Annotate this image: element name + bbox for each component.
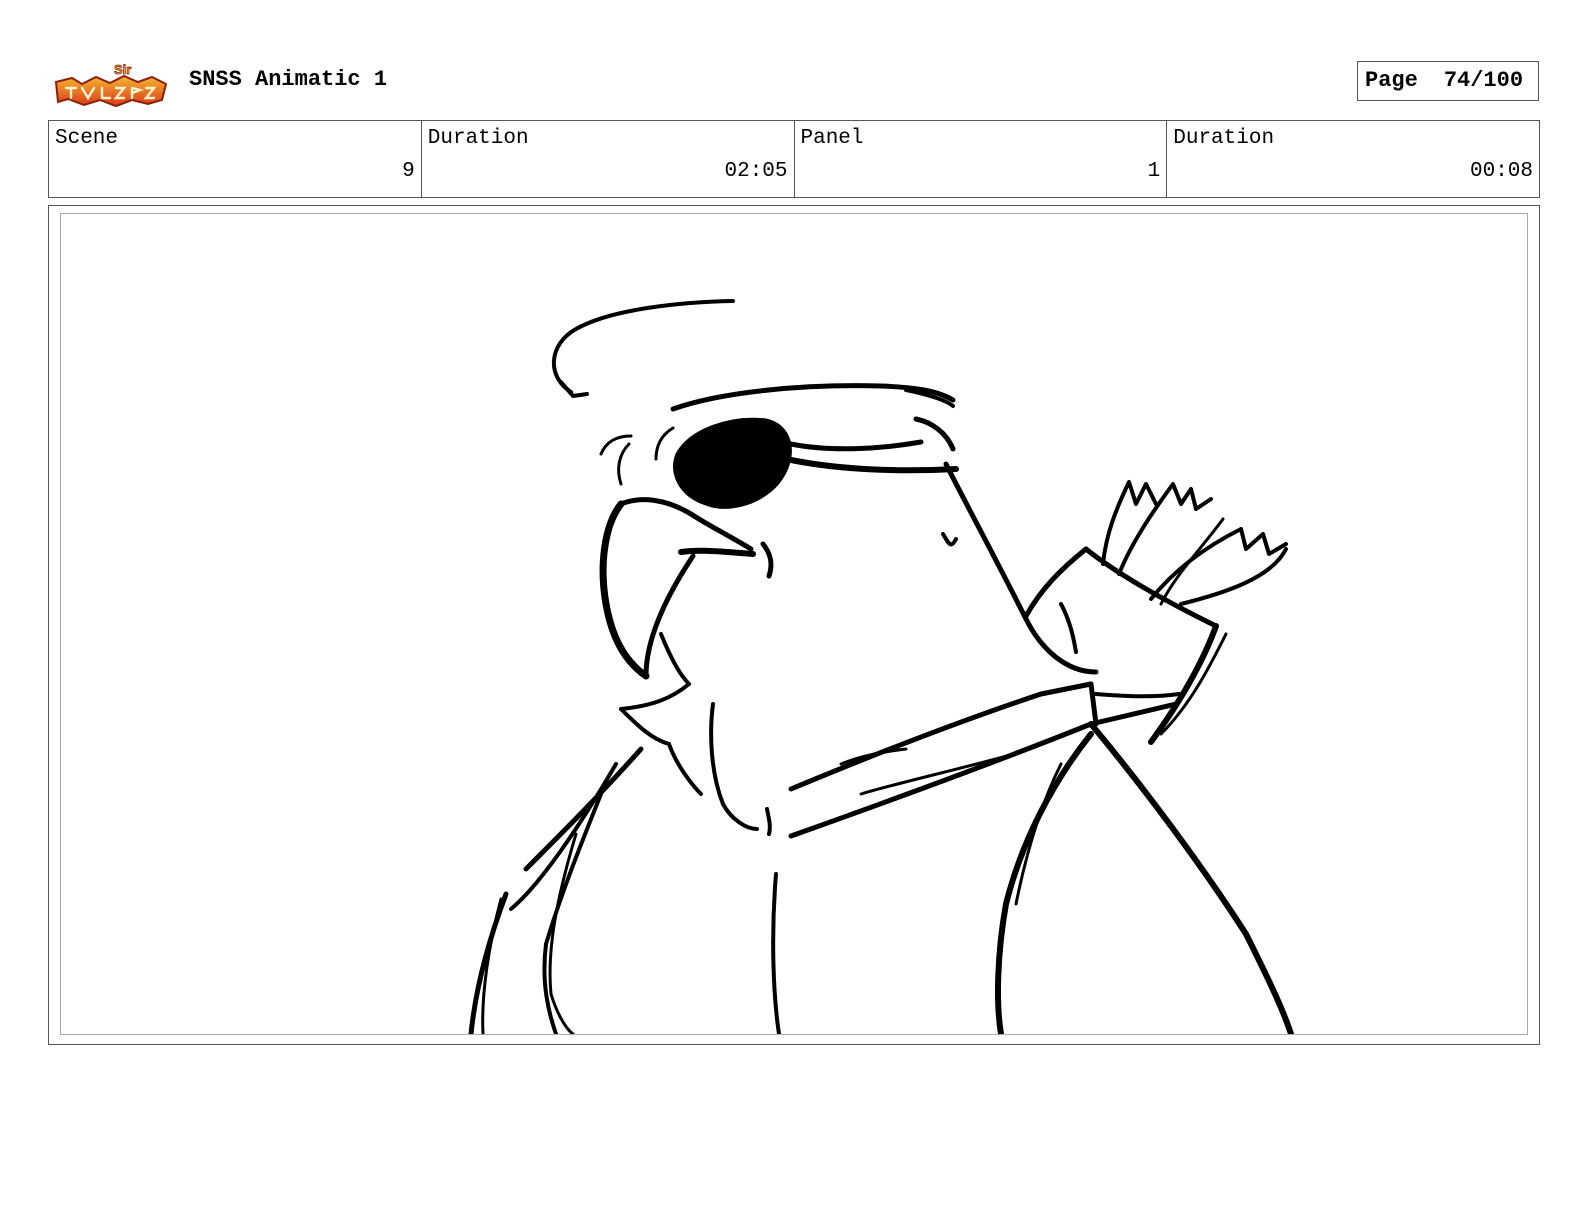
page-indicator: Page 74/100 (1357, 61, 1539, 101)
scene-label: Scene (55, 127, 119, 150)
storyboard-panel (60, 213, 1528, 1035)
panel-value: 1 (1147, 160, 1161, 183)
scene-info-table: Scene 9 Duration 02:05 Panel 1 Duration … (48, 120, 1540, 198)
panel-duration-value: 00:08 (1469, 160, 1533, 183)
bird-character-sketch (468, 299, 1294, 1034)
scene-duration-cell: Duration 02:05 (422, 121, 795, 197)
document-title: SNSS Animatic 1 (189, 67, 388, 92)
scene-value: 9 (402, 160, 415, 183)
storyboard-panel-frame (48, 205, 1540, 1045)
panel-label: Panel (800, 127, 864, 150)
panel-duration-label: Duration (1173, 127, 1275, 150)
scene-duration-value: 02:05 (724, 160, 788, 183)
svg-text:Sir: Sir (114, 62, 131, 77)
page-number: 74/100 (1443, 68, 1524, 93)
panel-cell: Panel 1 (795, 121, 1168, 197)
show-logo: Sir (52, 60, 170, 108)
scene-cell: Scene 9 (49, 121, 422, 197)
scene-duration-label: Duration (427, 127, 529, 150)
page-label: Page (1365, 68, 1418, 93)
panel-duration-cell: Duration 00:08 (1167, 121, 1539, 197)
